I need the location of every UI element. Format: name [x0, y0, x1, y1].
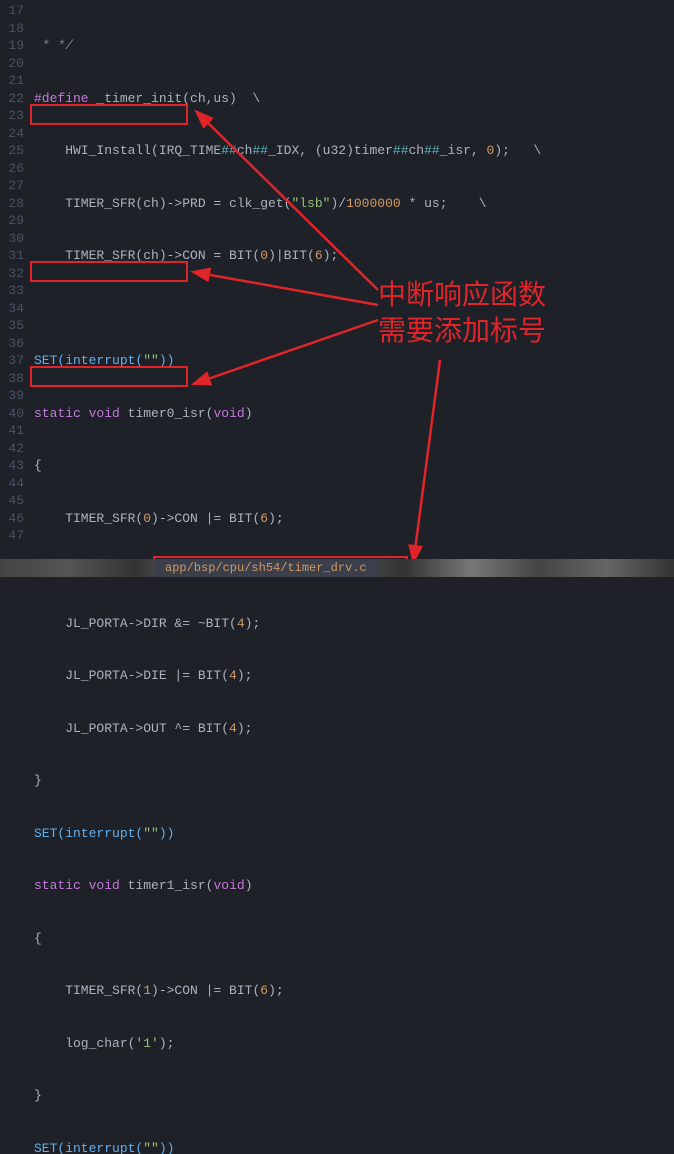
- code-line: SET(interrupt("")): [34, 352, 674, 370]
- code-line: {: [34, 930, 674, 948]
- code-line: SET(interrupt("")): [34, 1140, 674, 1154]
- line-number: 17: [0, 2, 24, 20]
- line-number: 39: [0, 387, 24, 405]
- code-editor[interactable]: 1718192021222324252627282930313233343536…: [0, 0, 674, 577]
- code-line: static void timer0_isr(void): [34, 405, 674, 423]
- line-number: 43: [0, 457, 24, 475]
- line-number: 26: [0, 160, 24, 178]
- code-line: }: [34, 772, 674, 790]
- line-number: 36: [0, 335, 24, 353]
- line-number: 42: [0, 440, 24, 458]
- code-line: TIMER_SFR(0)->CON |= BIT(6);: [34, 510, 674, 528]
- line-number: 21: [0, 72, 24, 90]
- code-line: log_char('1');: [34, 1035, 674, 1053]
- code-line: JL_PORTA->OUT ^= BIT(4);: [34, 720, 674, 738]
- line-number: 19: [0, 37, 24, 55]
- line-number: 45: [0, 492, 24, 510]
- line-number: 29: [0, 212, 24, 230]
- line-number: 20: [0, 55, 24, 73]
- line-number: 18: [0, 20, 24, 38]
- line-number: 46: [0, 510, 24, 528]
- line-number: 47: [0, 527, 24, 545]
- code-line: SET(interrupt("")): [34, 825, 674, 843]
- code-line: JL_PORTA->DIE |= BIT(4);: [34, 667, 674, 685]
- line-number: 32: [0, 265, 24, 283]
- code-line: TIMER_SFR(ch)->CON = BIT(0)|BIT(6);: [34, 247, 674, 265]
- line-number: 25: [0, 142, 24, 160]
- line-number: 38: [0, 370, 24, 388]
- line-gutter: 1718192021222324252627282930313233343536…: [0, 0, 30, 577]
- line-number: 27: [0, 177, 24, 195]
- code-line: #define _timer_init(ch,us) \: [34, 90, 674, 108]
- line-number: 23: [0, 107, 24, 125]
- code-line: TIMER_SFR(1)->CON |= BIT(6);: [34, 982, 674, 1000]
- line-number: 40: [0, 405, 24, 423]
- code-area[interactable]: * */ #define _timer_init(ch,us) \ HWI_In…: [30, 0, 674, 577]
- line-number: 37: [0, 352, 24, 370]
- line-number: 31: [0, 247, 24, 265]
- code-line: JL_PORTA->DIR &= ~BIT(4);: [34, 615, 674, 633]
- code-line: * */: [34, 37, 674, 55]
- code-line: [34, 300, 674, 318]
- line-number: 44: [0, 475, 24, 493]
- code-line: }: [34, 1087, 674, 1105]
- line-number: 28: [0, 195, 24, 213]
- line-number: 24: [0, 125, 24, 143]
- line-number: 35: [0, 317, 24, 335]
- line-number: 22: [0, 90, 24, 108]
- line-number: 34: [0, 300, 24, 318]
- code-line: {: [34, 457, 674, 475]
- code-line: static void timer1_isr(void): [34, 877, 674, 895]
- line-number: 33: [0, 282, 24, 300]
- line-number: 30: [0, 230, 24, 248]
- statusbar-filepath: app/bsp/cpu/sh54/timer_drv.c: [155, 559, 377, 577]
- code-line: TIMER_SFR(ch)->PRD = clk_get("lsb")/1000…: [34, 195, 674, 213]
- code-line: HWI_Install(IRQ_TIME##ch##_IDX, (u32)tim…: [34, 142, 674, 160]
- line-number: 41: [0, 422, 24, 440]
